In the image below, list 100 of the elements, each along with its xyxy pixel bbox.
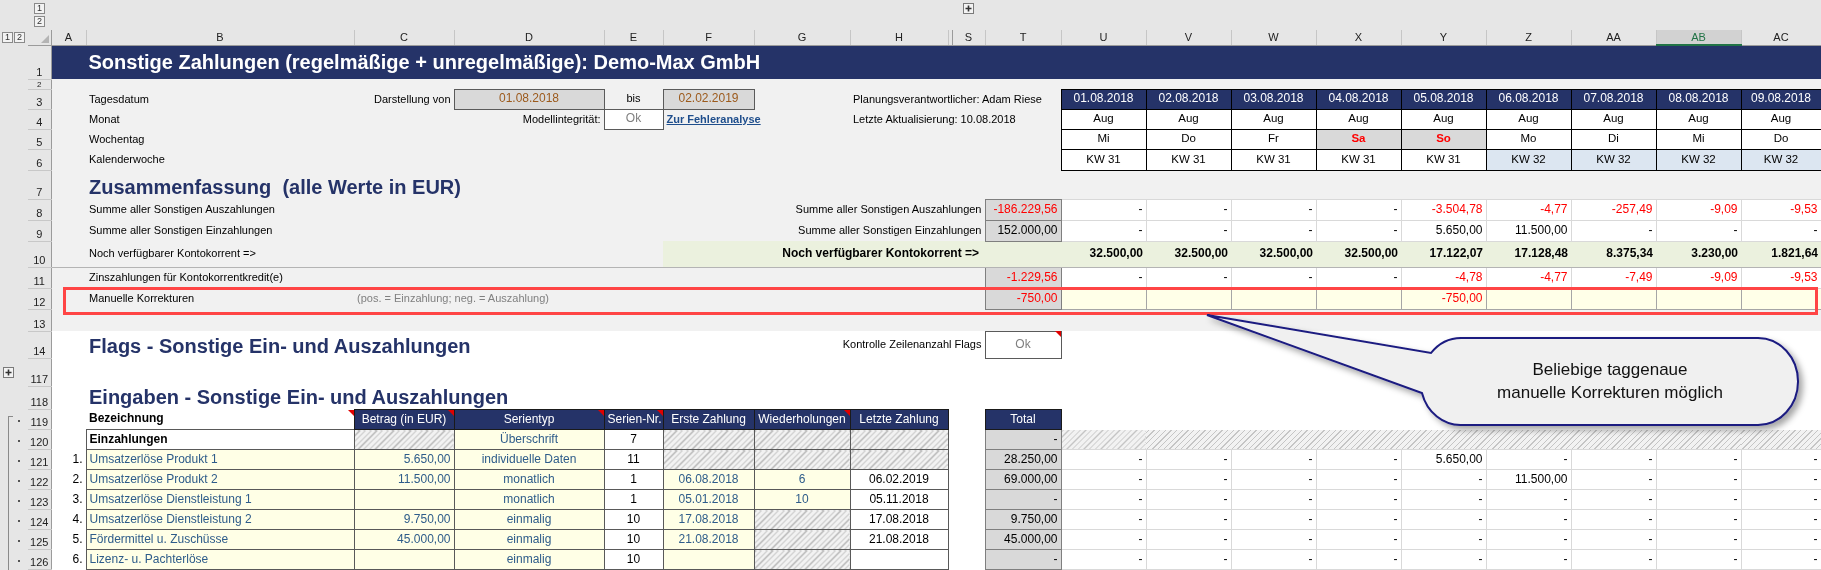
name-cell: Lizenz- u. Pachterlöse <box>86 549 354 570</box>
outline-level-button[interactable]: 1 <box>34 3 45 14</box>
column-header[interactable]: U <box>1061 30 1146 45</box>
value-cell: -257,49 <box>1571 199 1656 220</box>
name-cell: Umsatzerlöse Dienstleistung 2 <box>86 509 354 530</box>
column-header: Erste Zahlung <box>663 409 754 430</box>
row-header[interactable]: 11 <box>28 267 51 288</box>
value-cell: 32.500,00 <box>1146 241 1231 267</box>
value-cell: - <box>1741 449 1821 470</box>
outline-level-button[interactable]: 1 <box>2 32 13 43</box>
expand-icon[interactable] <box>3 366 14 378</box>
row-header[interactable]: 123 <box>28 489 51 510</box>
value-cell: 3.230,00 <box>1656 241 1741 267</box>
status-field: Ok <box>604 109 663 129</box>
date-field[interactable]: 02.02.2019 <box>663 89 754 109</box>
date-header: 06.08.2018 <box>1486 89 1571 109</box>
column-header[interactable]: G <box>754 30 850 45</box>
column-header[interactable]: Y <box>1401 30 1486 45</box>
column-header[interactable]: F <box>663 30 754 45</box>
row-header[interactable]: 117 <box>28 358 51 386</box>
column-header[interactable]: T <box>985 30 1061 45</box>
field-label: Wochentag <box>86 129 354 149</box>
column-header[interactable]: D <box>454 30 604 45</box>
value-cell: 17.128,48 <box>1486 241 1571 267</box>
column-header: Letzte Zahlung <box>850 409 948 430</box>
date-header: 07.08.2018 <box>1571 89 1656 109</box>
row-label: Summe aller Sonstigen Einzahlungen <box>663 220 985 241</box>
column-header[interactable]: W <box>1231 30 1316 45</box>
value-cell: 5.650,00 <box>1401 449 1486 470</box>
column-header[interactable]: AB <box>1656 30 1741 45</box>
total-cell: 152.000,00 <box>985 220 1061 241</box>
date-field[interactable]: 01.08.2018 <box>454 89 604 109</box>
row-index: 3. <box>51 489 86 510</box>
total-cell: - <box>985 429 1061 450</box>
row-header[interactable]: 12 <box>28 288 51 309</box>
column-header[interactable]: X <box>1316 30 1401 45</box>
row-header[interactable]: 119 <box>28 409 51 430</box>
date-header: 09.08.2018 <box>1741 89 1821 109</box>
row-header[interactable]: 13 <box>28 309 51 331</box>
row-header[interactable]: 120 <box>28 429 51 450</box>
month-cell: Aug <box>1061 109 1146 129</box>
row-header[interactable]: 121 <box>28 449 51 470</box>
info-text: Letzte Aktualisierung: 10.08.2018 <box>850 109 1061 129</box>
row-header[interactable]: 5 <box>28 129 51 149</box>
total-cell: -750,00 <box>985 288 1061 309</box>
row-header[interactable]: 125 <box>28 529 51 550</box>
row-header[interactable]: 122 <box>28 469 51 490</box>
column-header[interactable]: AA <box>1571 30 1656 45</box>
column-header[interactable]: Z <box>1486 30 1571 45</box>
row-header[interactable]: 2 <box>28 79 51 89</box>
column-header[interactable]: B <box>86 30 354 45</box>
row-header[interactable]: 9 <box>28 220 51 241</box>
name-cell: Einzahlungen <box>86 429 354 450</box>
callout-text: Beliebige taggenaue manuelle Korrekturen möglich <box>1496 359 1724 404</box>
value-cell: 32.500,00 <box>1231 241 1316 267</box>
value-cell: 8.375,34 <box>1571 241 1656 267</box>
error-analysis-link[interactable]: Zur Fehleranalyse <box>666 112 761 125</box>
row-header[interactable]: 4 <box>28 109 51 129</box>
row-header[interactable]: 14 <box>28 331 51 358</box>
column-header[interactable]: A <box>51 30 86 45</box>
total-cell: 9.750,00 <box>985 509 1061 530</box>
expand-icon[interactable] <box>963 3 974 14</box>
column-header[interactable]: V <box>1146 30 1231 45</box>
date-header: 04.08.2018 <box>1316 89 1401 109</box>
row-header[interactable]: 7 <box>28 170 51 199</box>
week-cell: KW 31 <box>1061 149 1146 170</box>
outline-level-button[interactable]: 2 <box>14 32 25 43</box>
column-header[interactable]: E <box>604 30 663 45</box>
date-header: 02.08.2018 <box>1146 89 1231 109</box>
row-label: Summe aller Sonstigen Auszahlungen <box>663 199 985 220</box>
row-header[interactable]: 1 <box>28 45 51 79</box>
row-label: Summe aller Sonstigen Auszahlungen <box>86 199 354 220</box>
total-cell: -186.229,56 <box>985 199 1061 220</box>
column-header[interactable]: AC <box>1741 30 1821 45</box>
row-label: Noch verfügbarer Kontokorrent => <box>86 241 354 267</box>
row-header[interactable]: 6 <box>28 149 51 170</box>
column-header[interactable]: H <box>850 30 948 45</box>
column-header[interactable]: S <box>952 30 985 45</box>
row-header[interactable]: 118 <box>28 386 51 410</box>
date-header: 01.08.2018 <box>1061 89 1146 109</box>
value-cell: - <box>1316 449 1401 470</box>
row-header[interactable]: 126 <box>28 549 51 570</box>
row-index: 1. <box>51 449 86 470</box>
column-header: Total <box>985 409 1061 430</box>
section-heading: Flags - Sonstige Ein- und Auszahlungen <box>86 331 754 358</box>
name-cell: Umsatzerlöse Dienstleistung 1 <box>86 489 354 510</box>
value-cell: -9,09 <box>1656 199 1741 220</box>
row-header[interactable]: 3 <box>28 89 51 109</box>
value-cell: - <box>1061 199 1146 220</box>
field-label: Tagesdatum <box>86 89 354 109</box>
value-cell: - <box>1571 449 1656 470</box>
row-header[interactable]: 124 <box>28 509 51 530</box>
date-header: 03.08.2018 <box>1231 89 1316 109</box>
column-header[interactable]: C <box>354 30 454 45</box>
value-cell: -3.504,78 <box>1401 199 1486 220</box>
row-header[interactable]: 10 <box>28 241 51 267</box>
outline-level-button[interactable]: 2 <box>34 16 45 27</box>
value-cell: 32.500,00 <box>1316 241 1401 267</box>
row-header[interactable]: 8 <box>28 199 51 220</box>
column-header: Betrag (in EUR) <box>354 409 454 430</box>
